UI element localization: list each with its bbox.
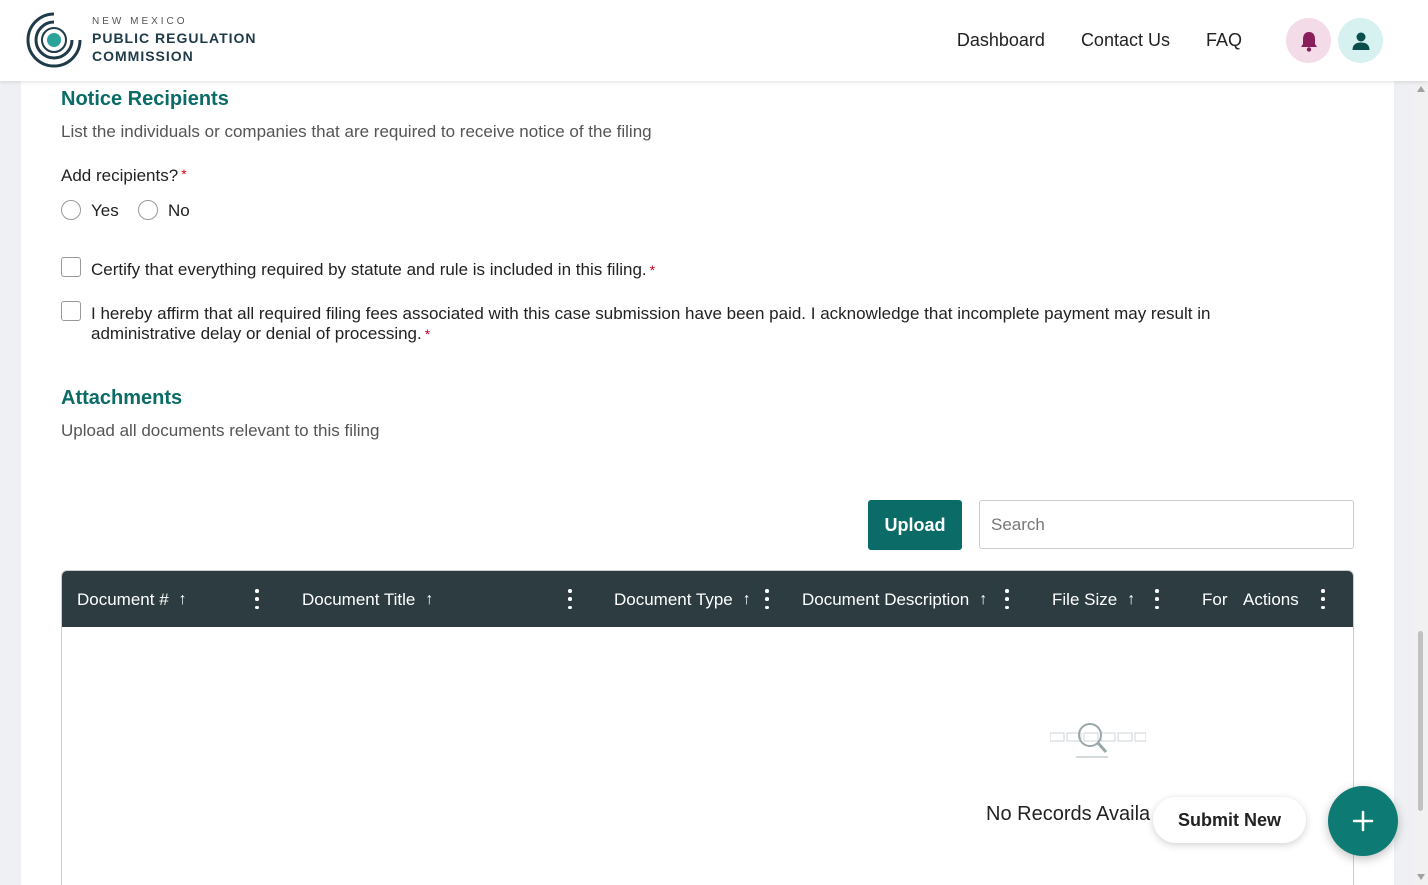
no-records-magnifier-icon	[1050, 723, 1146, 758]
radio-no[interactable]	[138, 200, 158, 220]
scroll-down-icon[interactable]	[1417, 874, 1425, 880]
attachments-table: Document # ↑ Document Title ↑ Document Typ…	[61, 570, 1354, 885]
notice-recipients-title: Notice Recipients	[61, 88, 229, 110]
col-document-number[interactable]: Document # ↑	[77, 590, 187, 610]
column-menu-icon[interactable]	[1155, 589, 1159, 609]
add-fab-button[interactable]	[1328, 786, 1398, 856]
user-icon	[1352, 32, 1369, 50]
sort-arrow-icon: ↑	[1127, 591, 1136, 608]
col-document-title[interactable]: Document Title ↑	[302, 590, 433, 610]
col-file-size[interactable]: File Size ↑	[1052, 590, 1135, 610]
column-menu-icon[interactable]	[255, 589, 259, 609]
logo[interactable]: NEW MEXICO PUBLIC REGULATION COMMISSION	[24, 10, 257, 70]
bell-icon	[1300, 31, 1317, 52]
logo-line-3: COMMISSION	[92, 48, 194, 64]
sort-arrow-icon: ↑	[742, 591, 751, 608]
col-document-title-label: Document Title	[302, 590, 416, 609]
table-header: Document # ↑ Document Title ↑ Document Typ…	[62, 571, 1353, 627]
logo-line-1: NEW MEXICO	[92, 16, 188, 27]
col-document-number-label: Document #	[77, 590, 169, 609]
profile-button[interactable]	[1338, 18, 1383, 63]
no-records-text: No Records Availa	[986, 803, 1151, 825]
certify-checkbox[interactable]	[61, 257, 81, 277]
attachments-description: Upload all documents relevant to this fi…	[61, 421, 380, 440]
submit-new-button[interactable]: Submit New	[1153, 797, 1306, 843]
column-menu-icon[interactable]	[1005, 589, 1009, 609]
main-nav: Dashboard Contact Us FAQ	[957, 30, 1242, 51]
attachments-title: Attachments	[61, 387, 183, 409]
certify-statement: Certify that everything required by stat…	[91, 260, 655, 280]
sort-arrow-icon: ↑	[979, 591, 988, 608]
col-actions-label: Actions	[1243, 590, 1299, 609]
notifications-button[interactable]	[1286, 18, 1331, 63]
required-mark: *	[649, 262, 656, 278]
col-actions[interactable]: Actions	[1243, 590, 1299, 610]
col-document-description[interactable]: Document Description ↑	[802, 590, 987, 610]
add-recipients-label: Add recipients?	[61, 166, 179, 185]
radio-no-label[interactable]: No	[168, 201, 190, 221]
nav-faq[interactable]: FAQ	[1206, 30, 1242, 51]
logo-mark-icon	[26, 12, 82, 68]
col-file-size-label: File Size	[1052, 590, 1118, 609]
fees-affirm-statement: I hereby affirm that all required filing…	[91, 304, 1291, 344]
fees-affirm-line-1: I hereby affirm that all required filing…	[91, 304, 1211, 323]
form-content: Notice Recipients List the individuals o…	[21, 81, 1394, 885]
plus-icon	[1352, 810, 1374, 832]
scroll-thumb[interactable]	[1418, 631, 1423, 811]
top-header: NEW MEXICO PUBLIC REGULATION COMMISSION …	[0, 0, 1428, 81]
col-document-description-label: Document Description	[802, 590, 970, 609]
logo-line-2: PUBLIC REGULATION	[92, 30, 257, 46]
certify-text: Certify that everything required by stat…	[91, 260, 647, 279]
radio-yes[interactable]	[61, 200, 81, 220]
fees-affirm-checkbox[interactable]	[61, 301, 81, 321]
sort-arrow-icon: ↑	[425, 591, 434, 608]
col-document-type[interactable]: Document Type ↑	[614, 590, 751, 610]
column-menu-icon[interactable]	[568, 589, 572, 609]
nav-contact-us[interactable]: Contact Us	[1081, 30, 1170, 51]
radio-yes-label[interactable]: Yes	[91, 201, 119, 221]
required-mark: *	[424, 326, 431, 342]
column-menu-icon[interactable]	[1321, 589, 1325, 609]
page-scrollbar[interactable]	[1413, 81, 1428, 885]
col-format-label: For	[1202, 590, 1228, 609]
nav-dashboard[interactable]: Dashboard	[957, 30, 1045, 51]
add-recipients-question: Add recipients? *	[61, 166, 187, 186]
notice-recipients-description: List the individuals or companies that a…	[61, 122, 652, 141]
upload-button[interactable]: Upload	[868, 500, 962, 550]
required-mark: *	[181, 166, 187, 182]
col-document-type-label: Document Type	[614, 590, 733, 609]
column-menu-icon[interactable]	[765, 589, 769, 609]
search-input[interactable]	[979, 500, 1354, 549]
scroll-up-icon[interactable]	[1417, 86, 1425, 92]
fees-affirm-line-2: administrative delay or denial of proces…	[91, 324, 422, 343]
col-format[interactable]: For	[1202, 590, 1230, 610]
sort-arrow-icon: ↑	[178, 591, 187, 608]
